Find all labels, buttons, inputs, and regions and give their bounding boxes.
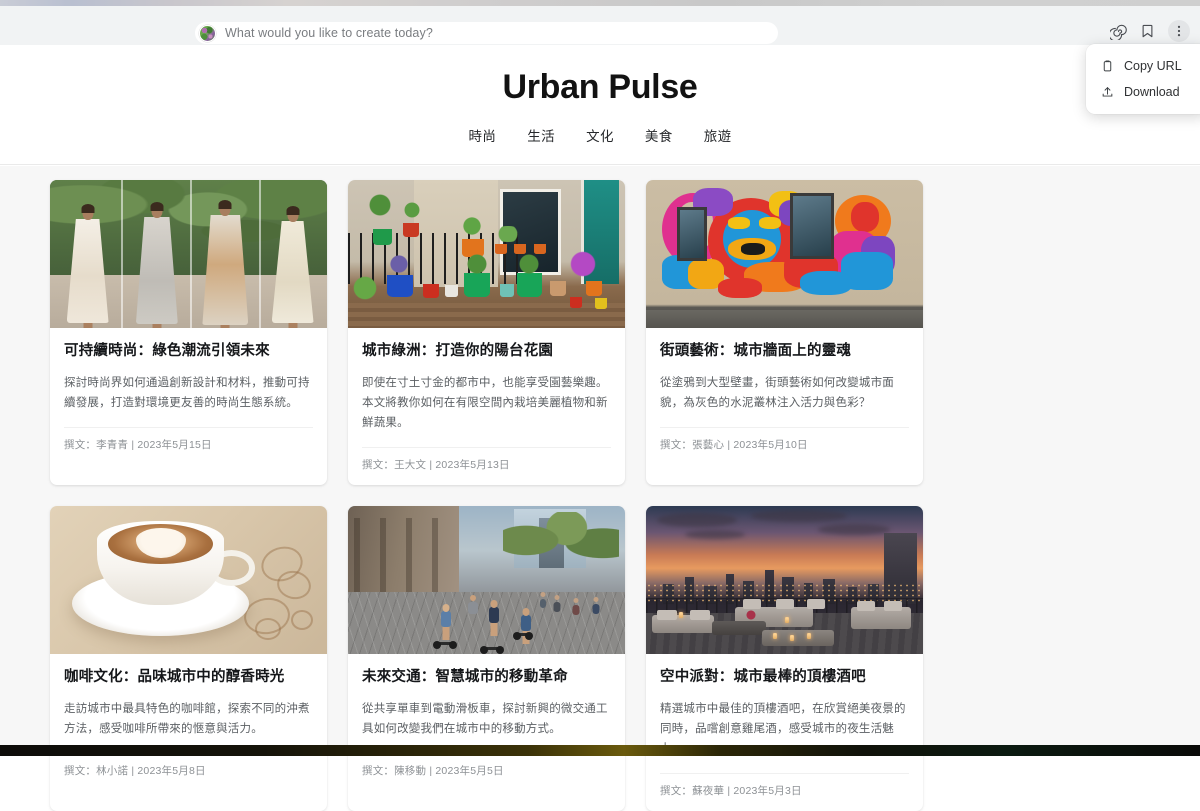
nav-item-culture[interactable]: 文化 — [586, 125, 614, 145]
spiral-icon[interactable] — [1110, 23, 1127, 40]
article-title: 城市綠洲：打造你的陽台花園 — [362, 342, 611, 362]
article-card[interactable]: 城市綠洲：打造你的陽台花園 即使在寸土寸金的都市中，也能享受園藝樂趣。本文將教你… — [348, 180, 625, 485]
article-meta: 撰文：王大文 | 2023年5月13日 — [362, 447, 611, 485]
article-excerpt: 從塗鴉到大型壁畫，街頭藝術如何改變城市面貌，為灰色的水泥叢林注入活力與色彩？ — [660, 373, 909, 413]
toolbar-icon-group — [1110, 20, 1190, 42]
article-card[interactable]: 街頭藝術：城市牆面上的靈魂 從塗鴉到大型壁畫，街頭藝術如何改變城市面貌，為灰色的… — [646, 180, 923, 485]
balcony-garden-image — [348, 180, 625, 328]
article-title: 可持續時尚：綠色潮流引領未來 — [64, 342, 313, 362]
coffee-latte-image — [50, 506, 327, 654]
bookmark-icon[interactable] — [1139, 23, 1156, 40]
menu-item-copy-url[interactable]: Copy URL — [1086, 53, 1200, 79]
article-excerpt: 從共享單車到電動滑板車，探討新興的微交通工具如何改變我們在城市中的移動方式。 — [362, 699, 611, 739]
download-upload-arrow-icon — [1100, 85, 1114, 99]
article-card[interactable]: 空中派對：城市最棒的頂樓酒吧 精選城市中最佳的頂樓酒吧，在欣賞絕美夜景的同時，品… — [646, 506, 923, 811]
omnibox-search-input[interactable]: What would you like to create today? — [195, 22, 778, 44]
article-title: 空中派對：城市最棒的頂樓酒吧 — [660, 668, 909, 688]
article-meta: 撰文：林小諾 | 2023年5月8日 — [64, 753, 313, 791]
user-avatar[interactable] — [199, 25, 216, 42]
page-title: Urban Pulse — [502, 70, 697, 104]
article-meta: 撰文：蘇夜華 | 2023年5月3日 — [660, 773, 909, 811]
menu-item-label: Download — [1124, 85, 1180, 99]
nav-item-food[interactable]: 美食 — [645, 125, 673, 145]
nav-item-fashion[interactable]: 時尚 — [468, 125, 496, 145]
article-meta: 撰文：陳移動 | 2023年5月5日 — [362, 753, 611, 791]
context-menu: Copy URL Download — [1086, 44, 1200, 114]
menu-item-download[interactable]: Download — [1086, 79, 1200, 105]
article-card[interactable]: 未來交通：智慧城市的移動革命 從共享單車到電動滑板車，探討新興的微交通工具如何改… — [348, 506, 625, 811]
nav-item-lifestyle[interactable]: 生活 — [527, 125, 555, 145]
nav-item-travel[interactable]: 旅遊 — [704, 125, 732, 145]
article-title: 咖啡文化：品味城市中的醇香時光 — [64, 668, 313, 688]
article-title: 街頭藝術：城市牆面上的靈魂 — [660, 342, 909, 362]
browser-toolbar: What would you like to create today? — [0, 6, 1200, 45]
site-header: Urban Pulse 時尚 生活 文化 美食 旅遊 — [0, 45, 1200, 165]
site-navigation: 時尚 生活 文化 美食 旅遊 — [468, 125, 731, 145]
article-card[interactable]: 咖啡文化：品味城市中的醇香時光 走訪城市中最具特色的咖啡館，探索不同的沖煮方法，… — [50, 506, 327, 811]
graffiti-mural-image — [646, 180, 923, 328]
clipboard-icon — [1100, 59, 1114, 73]
rooftop-bar-image — [646, 506, 923, 654]
article-title: 未來交通：智慧城市的移動革命 — [362, 668, 611, 688]
menu-item-label: Copy URL — [1124, 59, 1182, 73]
more-options-icon[interactable] — [1168, 20, 1190, 42]
omnibox-placeholder-text: What would you like to create today? — [225, 26, 433, 40]
article-meta: 撰文：張藝心 | 2023年5月10日 — [660, 427, 909, 465]
article-excerpt: 走訪城市中最具特色的咖啡館，探索不同的沖煮方法，感受咖啡所帶來的愜意與活力。 — [64, 699, 313, 739]
article-meta: 撰文：李青青 | 2023年5月15日 — [64, 427, 313, 465]
article-excerpt: 即使在寸土寸金的都市中，也能享受園藝樂趣。本文將教你如何在有限空間內栽培美麗植物… — [362, 373, 611, 433]
page-bottom-edge — [0, 745, 1200, 756]
fashion-runway-image — [50, 180, 327, 328]
article-excerpt: 探討時尚界如何通過創新設計和材料，推動可持續發展，打造對環境更友善的時尚生態系統… — [64, 373, 313, 413]
article-grid-container: 可持續時尚：綠色潮流引領未來 探討時尚界如何通過創新設計和材料，推動可持續發展，… — [0, 166, 1200, 746]
article-card[interactable]: 可持續時尚：綠色潮流引領未來 探討時尚界如何通過創新設計和材料，推動可持續發展，… — [50, 180, 327, 485]
scooter-street-image — [348, 506, 625, 654]
article-grid: 可持續時尚：綠色潮流引領未來 探討時尚界如何通過創新設計和材料，推動可持續發展，… — [50, 180, 1150, 811]
